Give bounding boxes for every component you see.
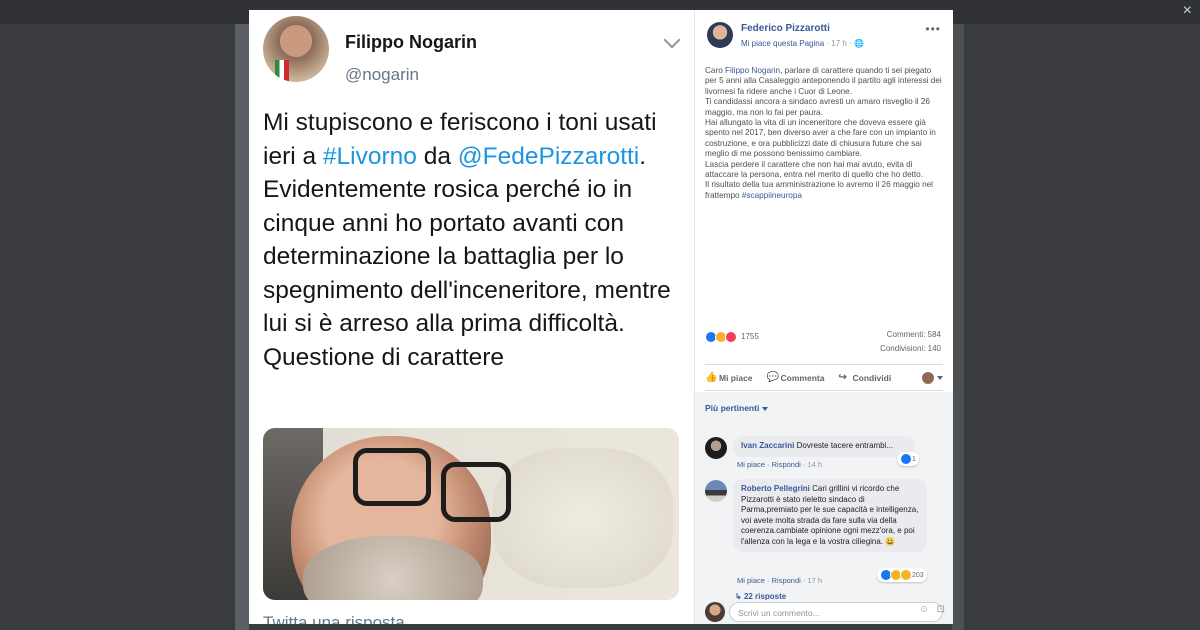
page-like-link[interactable]: Mi piace questa Pagina <box>741 39 824 48</box>
tweet-text: Mi stupiscono e feriscono i toni usati i… <box>263 106 688 374</box>
photo-glasses-left <box>353 448 431 506</box>
divider <box>705 364 943 365</box>
comment-like-link[interactable]: Mi piace <box>737 576 765 585</box>
page-name[interactable]: Federico Pizzarotti <box>741 23 830 34</box>
reaction-summary[interactable]: 1755 <box>705 328 759 346</box>
facebook-post: Federico Pizzarotti Mi piace questa Pagi… <box>694 10 953 624</box>
tweet-author-name[interactable]: Filippo Nogarin <box>345 32 477 53</box>
commenter-avatar[interactable] <box>705 437 727 459</box>
comment-sort-dropdown[interactable]: Più pertinenti <box>705 403 769 413</box>
tweet-author-handle[interactable]: @nogarin <box>345 65 419 85</box>
caret-down-icon <box>762 406 769 411</box>
comment-actions: Mi piace · Rispondi · 14 h <box>737 460 823 469</box>
comment-reply-link[interactable]: Rispondi <box>772 460 801 469</box>
close-icon[interactable]: × <box>1183 2 1192 20</box>
comment-button-label: Commenta <box>780 373 825 383</box>
share-icon: ↪ <box>838 372 847 383</box>
comment-text: Cari grillini vi ricordo che Pizzarotti … <box>741 484 919 546</box>
viewer-avatar <box>705 602 725 622</box>
like-button-label: Mi piace <box>719 373 753 383</box>
comment-reaction-badge[interactable]: 1 <box>897 452 919 466</box>
post-actions: 👍 Mi piace 💬 Commenta ↪ Condividi <box>705 370 943 386</box>
post-text: Caro Filippo Nogarin, parlare di caratte… <box>705 66 945 201</box>
comment-input-placeholder: Scrivi un commento... <box>738 608 820 618</box>
comment-author[interactable]: Ivan Zaccarini <box>741 441 794 450</box>
caret-down-icon <box>937 376 943 380</box>
background-strip-right <box>952 24 964 630</box>
tweet-reply-placeholder[interactable]: Twitta una risposta <box>263 613 405 624</box>
comment-reaction-count: 1 <box>911 455 916 463</box>
tagged-user-link[interactable]: Filippo Nogarin <box>725 66 780 75</box>
post-paragraph: Hai allungato la vita di un inceneritore… <box>705 118 936 159</box>
hashtag-link[interactable]: #Livorno <box>323 143 417 170</box>
photo-glasses-right <box>441 462 511 522</box>
more-options-icon[interactable]: ••• <box>925 22 941 36</box>
globe-icon: 🌐 <box>853 39 864 48</box>
post-paragraph: Caro Filippo Nogarin, parlare di caratte… <box>705 66 945 97</box>
camera-icon[interactable]: ⊡ <box>937 604 945 615</box>
reaction-as-selector[interactable] <box>922 372 943 384</box>
comment-reaction-badge[interactable]: 203 <box>877 568 927 582</box>
comment-time[interactable]: 17 h <box>807 576 822 585</box>
shares-count[interactable]: Condivisioni: 140 <box>880 344 941 353</box>
comment-actions: Mi piace · Rispondi · 17 h <box>737 576 823 585</box>
hashtag-link[interactable]: #scappiineuropa <box>742 191 802 200</box>
like-reaction-icon <box>900 453 912 465</box>
photo-ornament <box>493 448 673 588</box>
tweet-text-part: . Evidentemente rosica perché io in cinq… <box>263 142 671 371</box>
comment-reply-link[interactable]: Rispondi <box>772 576 801 585</box>
chevron-down-icon[interactable] <box>663 31 681 49</box>
mention-link[interactable]: @FedePizzarotti <box>458 143 639 170</box>
post-meta: Mi piace questa Pagina · 17 h · 🌐 <box>741 39 864 48</box>
comment-text: Dovreste tacere entrambi... <box>796 441 894 450</box>
write-comment-row: Scrivi un commento... ☺ ⊡ <box>695 600 953 624</box>
comments-count[interactable]: Commenti: 584 <box>887 330 941 339</box>
emoji-icon[interactable]: ☺ <box>919 604 929 615</box>
wow-reaction-icon <box>900 569 912 581</box>
comment-reaction-count: 203 <box>911 571 924 579</box>
tweet-author-avatar[interactable] <box>263 16 329 82</box>
post-paragraph: Ti candidassi ancora a sindaco avresti u… <box>705 97 930 117</box>
comment-time[interactable]: 14 h <box>807 460 822 469</box>
comment-author[interactable]: Roberto Pellegrini <box>741 484 810 493</box>
comment-bubble: Ivan Zaccarini Dovreste tacere entrambi.… <box>733 436 915 457</box>
post-time[interactable]: 17 h <box>831 39 847 48</box>
page-avatar[interactable] <box>707 22 733 48</box>
background-strip-left <box>235 24 249 630</box>
photo-beard <box>303 536 483 600</box>
comment-input[interactable]: Scrivi un commento... <box>729 602 943 622</box>
comment-button[interactable]: 💬 Commenta <box>766 372 825 384</box>
tricolor-sash <box>275 60 289 82</box>
share-button-label: Condividi <box>852 373 892 383</box>
like-button[interactable]: 👍 Mi piace <box>705 372 753 384</box>
reaction-count: 1755 <box>741 332 759 342</box>
divider <box>705 390 943 391</box>
comment-bubble: Roberto Pellegrini Cari grillini vi rico… <box>733 479 927 552</box>
tweet-text-part: da <box>416 142 458 170</box>
share-button[interactable]: ↪ Condividi <box>838 372 892 384</box>
comment-like-link[interactable]: Mi piace <box>737 460 765 469</box>
thumbs-up-icon: 👍 <box>705 372 718 383</box>
post-text-part: Il risultato della tua amministrazione l… <box>705 180 933 200</box>
post-text-part: Caro <box>705 66 726 75</box>
viewer-avatar-small <box>922 372 934 384</box>
comment-icon: 💬 <box>766 372 779 383</box>
comments-section: Più pertinenti Ivan Zaccarini Dovreste t… <box>695 392 953 624</box>
commenter-avatar[interactable] <box>705 480 727 502</box>
tweet-photo[interactable] <box>263 428 679 600</box>
tweet-card: Filippo Nogarin @nogarin Mi stupiscono e… <box>249 10 694 624</box>
comment-sort-label: Più pertinenti <box>705 403 760 413</box>
post-paragraph: Lascia perdere il carattere che non hai … <box>705 159 924 180</box>
post-paragraph: Il risultato della tua amministrazione l… <box>705 180 945 201</box>
love-reaction-icon <box>725 330 737 343</box>
